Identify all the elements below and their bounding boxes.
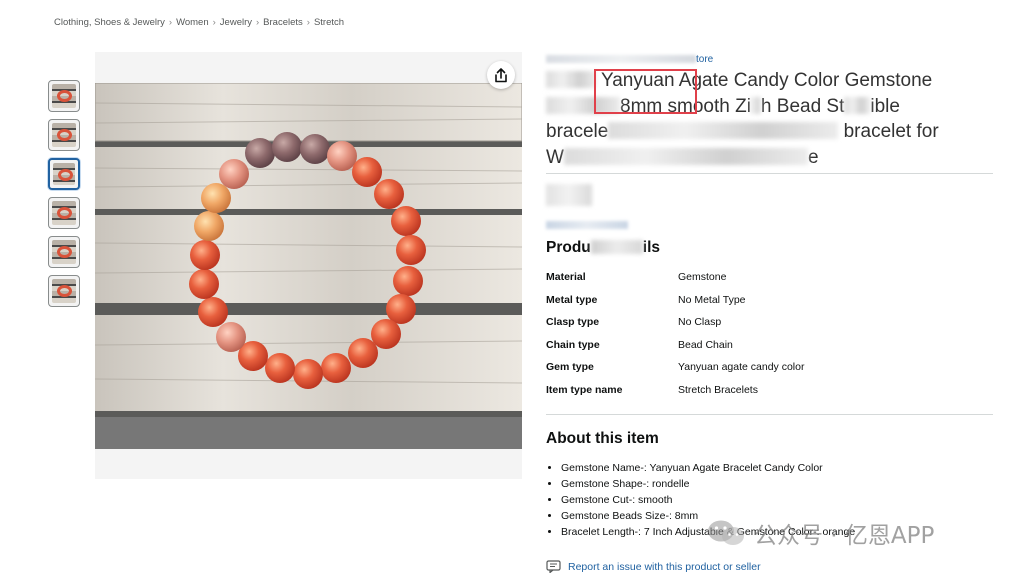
main-product-image[interactable] [95,83,522,449]
title-fragment: h Bead St [760,95,845,117]
details-row: Item type name Stretch Bracelets [546,379,993,402]
breadcrumb-item-bracelets[interactable]: Bracelets [263,17,303,28]
details-row: Clasp type No Clasp [546,311,993,334]
thumbnail-bracelet [57,129,72,141]
share-button[interactable] [487,61,515,89]
details-value: No Clasp [678,316,722,329]
breadcrumb-item-jewelry[interactable]: Jewelry [220,17,252,28]
divider [546,173,993,174]
breadcrumb-separator: › [256,17,260,28]
store-link[interactable]: tore [546,54,996,68]
title-fragment: 8mm smooth Zi [620,95,751,117]
details-row: Metal type No Metal Type [546,289,993,312]
details-value: Yanyuan agate candy color [678,361,805,374]
report-issue-link[interactable]: Report an issue with this product or sel… [546,560,761,573]
heading-fragment: ils [642,239,661,256]
thumbnail-3-selected[interactable] [48,158,80,190]
details-value: Gemstone [678,271,727,284]
share-icon [495,67,507,82]
product-title-block: tore Yanyuan Agate Candy Color Gemstone … [546,54,996,170]
title-fragment: W [546,146,564,168]
product-details-table: Material Gemstone Metal type No Metal Type C… [546,266,993,401]
thumbnail-bracelet [57,246,72,258]
redacted-title-text [563,147,808,165]
details-key: Chain type [546,338,600,351]
title-line1: Yanyuan Agate Candy Color Gemstone [600,70,933,91]
about-bullet: Gemstone Shape-: rondelle [561,476,1001,492]
title-fragment: bracelet for [843,121,939,142]
about-bullet: Gemstone Cut-: smooth [561,492,1001,508]
thumbnail-6[interactable] [48,275,80,307]
details-key: Material [546,271,586,284]
thumbnail-1[interactable] [48,80,80,112]
breadcrumb-separator: › [212,17,216,28]
report-link-text: Report an issue with this product or sel… [568,560,761,573]
details-value: No Metal Type [678,293,746,306]
product-title: Yanyuan Agate Candy Color Gemstone 8mm s… [546,68,996,170]
redacted-price [546,184,592,206]
about-bullet: Gemstone Beads Size-: 8mm [561,508,1001,524]
redacted-title-text [844,96,871,114]
thumbnail-bracelet [57,285,72,297]
thumbnail-4[interactable] [48,197,80,229]
product-details-heading: Produ ils [546,239,660,257]
store-link-visible-text: tore [696,54,714,65]
redacted-title-text [546,71,596,88]
details-row: Material Gemstone [546,266,993,289]
details-key: Item type name [546,383,623,396]
thumbnail-bracelet [57,90,72,102]
about-this-item-heading: About this item [546,430,659,447]
about-bullet-list: Gemstone Name-: Yanyuan Agate Bracelet C… [561,460,1001,540]
details-key: Gem type [546,361,594,374]
details-key: Clasp type [546,316,600,329]
report-flag-icon [546,560,561,573]
thumbnail-2[interactable] [48,119,80,151]
heading-fragment: Produ [546,239,591,256]
breadcrumb-separator: › [306,17,310,28]
thumbnail-bracelet [57,207,72,219]
title-fragment: e [807,146,819,168]
redacted-title-text [750,96,761,114]
about-bullet: Gemstone Name-: Yanyuan Agate Bracelet C… [561,460,1001,476]
bracelet-photo [95,83,522,449]
breadcrumb-separator: › [168,17,173,28]
redacted-title-text [546,96,620,114]
breadcrumb: Clothing, Shoes & Jewelry › Women › Jewelry ›… [54,17,344,28]
details-value: Bead Chain [678,338,733,351]
title-fragment: bracele [546,121,609,142]
details-row: Chain type Bead Chain [546,334,993,357]
thumbnail-5[interactable] [48,236,80,268]
breadcrumb-item-women[interactable]: Women [176,17,209,28]
redacted-store-name [546,55,696,64]
about-bullet: Bracelet Length-: 7 Inch Adjustable & Ge… [561,524,1001,540]
details-key: Metal type [546,293,598,306]
details-row: Gem type Yanyuan agate candy color [546,356,993,379]
redacted-heading-text [590,240,643,254]
breadcrumb-item-stretch[interactable]: Stretch [314,17,344,28]
divider [546,414,993,415]
thumbnail-bracelet [58,169,73,181]
title-fragment: ible [870,95,900,117]
thumbnail-strip [48,80,81,314]
redacted-title-text [608,122,839,139]
redacted-link [546,221,628,229]
breadcrumb-item-clothing[interactable]: Clothing, Shoes & Jewelry [54,17,165,28]
details-value: Stretch Bracelets [678,383,758,396]
